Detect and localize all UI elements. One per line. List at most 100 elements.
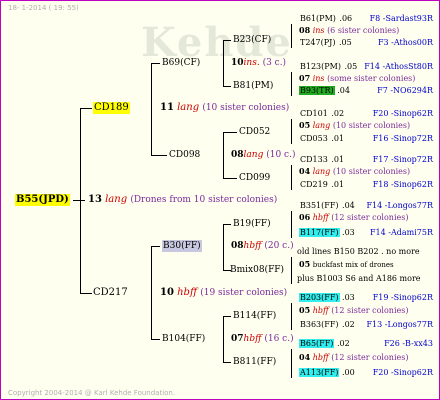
- connector: [73, 200, 85, 201]
- gen4-row: B351(FF) .04 F14 -Longos77R: [299, 200, 433, 211]
- root-num: 13: [88, 194, 102, 205]
- connector: [223, 132, 224, 178]
- dam-bottom-race: hbff: [177, 287, 198, 298]
- gen4-queen[interactable]: B363(FF): [299, 320, 340, 329]
- connector: [223, 40, 231, 41]
- gen2-c-mating: 08hbff (20 c.): [231, 240, 294, 252]
- connector: [223, 224, 224, 270]
- connector: [151, 63, 160, 64]
- gen4-note: plus B1003 S6 and A186 more: [297, 274, 421, 283]
- gen4-origin: F14 -Adami75R: [370, 228, 433, 237]
- gen4-value: .04: [337, 86, 350, 95]
- connector: [291, 211, 292, 238]
- gen4-value: .04: [342, 201, 355, 210]
- gen4-note: (6 sister colonies): [327, 26, 400, 35]
- gen2-c[interactable]: B30(FF): [162, 240, 202, 252]
- gen4-value: .05: [344, 62, 358, 71]
- gen4-queen[interactable]: B65(FF): [299, 339, 335, 348]
- gen4-origin: F20 -Sinop62R: [372, 368, 433, 377]
- gen4-queen[interactable]: B61(PM): [299, 14, 337, 23]
- gen4-row: B65(FF) .02 F26 -B-xx43: [299, 338, 433, 349]
- connector: [291, 24, 292, 48]
- gen4-num: 05: [299, 305, 311, 315]
- gen4-value: .00: [341, 368, 355, 377]
- gen4-row: 08 ins (6 sister colonies): [299, 25, 399, 36]
- gen2-a-race: ins.: [243, 58, 260, 68]
- gen4-num: 08: [299, 25, 311, 35]
- gen2-a[interactable]: B69(CF): [162, 57, 200, 69]
- gen3-a1[interactable]: B23(CF): [233, 34, 271, 46]
- gen4-num: 05: [299, 120, 311, 130]
- gen4-origin: F26 -B-xx43: [384, 339, 433, 348]
- gen2-b-mating: 08lang (10 c.): [231, 149, 295, 161]
- gen2-d-note: (16 c.): [264, 334, 294, 344]
- gen3-c1[interactable]: B19(FF): [233, 218, 271, 230]
- connector: [151, 63, 152, 155]
- gen4-num: 05: [299, 259, 311, 269]
- sire-top-mating: 11 lang (10 sister colonies): [160, 102, 289, 114]
- gen3-d2[interactable]: B811(FF): [233, 356, 276, 368]
- gen4-queen[interactable]: CD219: [299, 180, 329, 189]
- gen4-queen[interactable]: CD133: [299, 155, 329, 164]
- gen2-c-note: (20 c.): [264, 241, 294, 251]
- gen3-a2[interactable]: B81(PM): [233, 80, 273, 92]
- gen4-value: .05: [338, 38, 352, 47]
- connector: [291, 165, 292, 190]
- gen4-row: B363(FF) .02 F13 -Longos77R: [299, 319, 433, 330]
- gen4-queen[interactable]: B117(FF): [299, 228, 340, 237]
- gen3-b1[interactable]: CD052: [239, 126, 270, 138]
- connector: [223, 316, 231, 317]
- sire-top-note: (10 sister colonies): [202, 103, 290, 113]
- gen4-value: .02: [331, 109, 345, 118]
- gen4-origin: F18 -Sinop62R: [372, 180, 433, 189]
- gen4-origin: F8 -Sardast93R: [369, 14, 433, 23]
- gen4-queen[interactable]: B93(TR): [299, 86, 335, 95]
- gen4-origin: F14 -Longos77R: [366, 201, 433, 210]
- gen4-queen[interactable]: CD053: [299, 134, 329, 143]
- gen4-queen[interactable]: CD101: [299, 109, 329, 118]
- gen4-row: 06 hbff (12 sister colonies): [299, 212, 408, 223]
- gen4-queen[interactable]: B123(PM): [299, 62, 342, 71]
- gen4-origin: F7 -NO6294R: [377, 86, 433, 95]
- gen2-b-note: (10 c.): [266, 150, 296, 160]
- gen4-race: hbff: [312, 213, 329, 222]
- gen3-b2[interactable]: CD099: [239, 172, 270, 184]
- gen4-row: plus B1003 S6 and A186 more: [297, 273, 421, 284]
- root-queen[interactable]: B55(JPD): [15, 194, 70, 206]
- connector: [151, 339, 160, 340]
- gen4-row: CD053 .01 F16 -Sinop72R: [299, 133, 433, 144]
- gen4-race: hbff: [312, 353, 329, 362]
- gen4-row: B117(FF) .03 F14 -Adami75R: [299, 227, 433, 238]
- gen4-queen[interactable]: T247(PJ): [299, 38, 336, 47]
- dam-bottom-note: (19 sister colonies): [200, 288, 288, 298]
- report-date: 18- 1-2014 ( 19: 55): [8, 4, 79, 12]
- gen2-d-race: hbff: [243, 334, 262, 344]
- dam-bottom[interactable]: CD217: [93, 287, 128, 299]
- gen4-value: .03: [342, 228, 355, 237]
- gen2-b[interactable]: CD098: [169, 149, 200, 161]
- gen4-note: buckfast mix of drones: [312, 261, 394, 269]
- connector: [223, 362, 231, 363]
- gen4-row: B61(PM) .06 F8 -Sardast93R: [299, 13, 433, 24]
- gen2-a-num: 10: [231, 58, 244, 68]
- gen3-d1[interactable]: B114(FF): [233, 310, 276, 322]
- gen4-row: B203(FF) .03 F19 -Sinop62R: [299, 292, 433, 303]
- gen4-value: .01: [331, 134, 345, 143]
- gen2-d[interactable]: B104(FF): [162, 333, 205, 345]
- gen3-c2[interactable]: Bmix08(FF): [230, 264, 284, 276]
- connector: [291, 349, 292, 378]
- gen4-race: lang: [312, 121, 331, 130]
- gen2-c-num: 08: [231, 241, 244, 251]
- gen4-note: (12 sister colonies): [331, 213, 409, 222]
- sire-top[interactable]: CD189: [93, 102, 130, 114]
- connector: [80, 108, 92, 109]
- connector: [223, 86, 231, 87]
- gen4-queen[interactable]: B203(FF): [299, 293, 340, 302]
- gen4-num: 06: [299, 212, 311, 222]
- gen4-queen[interactable]: A113(FF): [299, 368, 340, 377]
- connector: [291, 257, 292, 284]
- gen2-c-race: hbff: [243, 241, 262, 251]
- gen4-queen[interactable]: B351(FF): [299, 201, 340, 210]
- gen2-a-note: (3 c.): [262, 58, 287, 68]
- connector: [151, 246, 160, 247]
